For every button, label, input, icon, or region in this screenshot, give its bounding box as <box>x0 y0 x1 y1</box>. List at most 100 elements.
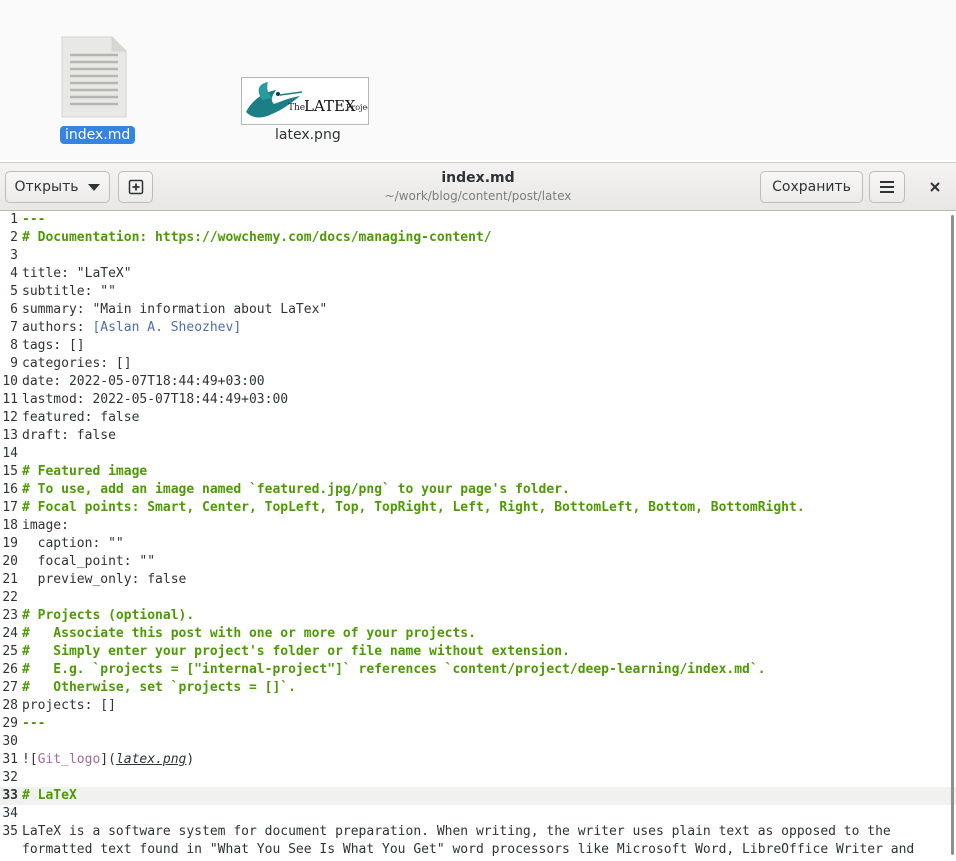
editor-line[interactable]: 11 lastmod: 2022-05-07T18:44:49+03:00 <box>0 391 956 409</box>
line-text: # Associate this post with one or more o… <box>22 625 476 643</box>
editor-line[interactable]: 27 # Otherwise, set `projects = []`. <box>0 679 956 697</box>
line-number: 27 <box>2 680 18 695</box>
save-button[interactable]: Сохранить <box>760 171 863 203</box>
line-number: 13 <box>2 428 18 443</box>
editor-line[interactable]: 20 focal_point: "" <box>0 553 956 571</box>
open-button[interactable]: Открыть <box>5 171 110 203</box>
line-number: 33 <box>2 788 18 803</box>
line-number: 4 <box>10 266 18 281</box>
text-editor-area[interactable]: 1 --- 2 # Documentation: https://wowchemy.c… <box>0 211 956 861</box>
line-number: 10 <box>2 374 18 389</box>
editor-line[interactable]: 9 categories: [] <box>0 355 956 373</box>
markdown-image-mid: ]( <box>100 752 116 767</box>
line-number: 31 <box>2 752 18 767</box>
window-title: index.md <box>441 170 515 186</box>
line-content: date: 2022-05-07T18:44:49+03:00 <box>22 374 265 389</box>
latex-logo-image: The LATEX Project <box>246 82 368 118</box>
line-number: 12 <box>2 410 18 425</box>
line-text: summary: "Main information about LaTex" <box>22 301 327 319</box>
editor-line[interactable]: 19 caption: "" <box>0 535 956 553</box>
editor-line[interactable]: formatted text found in "What You See Is… <box>0 841 956 859</box>
authors-list: [Aslan A. Sheozhev] <box>92 320 242 335</box>
editor-line[interactable]: 18 image: <box>0 517 956 535</box>
new-tab-icon <box>128 179 143 195</box>
editor-line[interactable]: 13 draft: false <box>0 427 956 445</box>
editor-line[interactable]: 4 title: "LaTeX" <box>0 265 956 283</box>
line-content: title: "LaTeX" <box>22 266 132 281</box>
editor-line[interactable]: 2 # Documentation: https://wowchemy.com/d… <box>0 229 956 247</box>
line-number: 32 <box>2 770 18 785</box>
line-number: 15 <box>2 464 18 479</box>
editor-line[interactable]: 24 # Associate this post with one or more… <box>0 625 956 643</box>
menu-button[interactable] <box>869 171 905 203</box>
line-content: authors: <box>22 320 93 335</box>
line-text: LaTeX is a software system for document … <box>22 823 891 841</box>
line-number: 5 <box>10 284 18 299</box>
editor-line[interactable]: 7 authors: [Aslan A. Sheozhev] <box>0 319 956 337</box>
file-label-index-md[interactable]: index.md <box>60 126 136 144</box>
editor-line[interactable]: 23 # Projects (optional). <box>0 607 956 625</box>
editor-line[interactable]: 34 <box>0 805 956 823</box>
line-content: # Focal points: Smart, Center, TopLeft, … <box>22 500 805 515</box>
editor-line[interactable]: 22 <box>0 589 956 607</box>
editor-line[interactable]: 10 date: 2022-05-07T18:44:49+03:00 <box>0 373 956 391</box>
line-text: draft: false <box>22 427 116 445</box>
line-number: 11 <box>2 392 18 407</box>
window-subtitle: ~/work/blog/content/post/latex <box>384 189 572 203</box>
editor-line[interactable]: 1 --- <box>0 211 956 229</box>
line-text: projects: [] <box>22 697 116 715</box>
vertical-scrollbar[interactable] <box>951 215 954 855</box>
line-text: caption: "" <box>22 535 124 553</box>
editor-line[interactable]: 26 # E.g. `projects = ["internal-project"… <box>0 661 956 679</box>
editor-line[interactable]: 16 # To use, add an image named `featured… <box>0 481 956 499</box>
hamburger-menu-icon <box>880 181 894 193</box>
line-text: --- <box>22 715 45 733</box>
editor-line[interactable]: 14 <box>0 445 956 463</box>
line-text: # E.g. `projects = ["internal-project"]`… <box>22 661 766 679</box>
editor-line[interactable]: 28 projects: [] <box>0 697 956 715</box>
line-text: # Featured image <box>22 463 147 481</box>
line-number: 23 <box>2 608 18 623</box>
line-text: lastmod: 2022-05-07T18:44:49+03:00 <box>22 391 288 409</box>
editor-line[interactable]: 30 <box>0 733 956 751</box>
line-text: # Focal points: Smart, Center, TopLeft, … <box>22 499 805 517</box>
new-tab-button[interactable] <box>118 171 153 203</box>
editor-line[interactable]: 29 --- <box>0 715 956 733</box>
open-button-label: Открыть <box>14 179 79 195</box>
editor-line[interactable]: 5 subtitle: "" <box>0 283 956 301</box>
line-number: 34 <box>2 806 18 821</box>
editor-line[interactable]: 8 tags: [] <box>0 337 956 355</box>
close-button[interactable] <box>924 176 946 198</box>
editor-line[interactable]: 32 <box>0 769 956 787</box>
image-thumbnail[interactable]: The LATEX Project <box>241 77 369 125</box>
line-text: categories: [] <box>22 355 132 373</box>
editor-line[interactable]: 31 ![Git_logo](latex.png) <box>0 751 956 769</box>
line-content: # Featured image <box>22 464 148 479</box>
editor-line[interactable]: 35 LaTeX is a software system for documen… <box>0 823 956 841</box>
markdown-image-url: latex.png <box>115 752 187 767</box>
editor-line[interactable]: 25 # Simply enter your project's folder o… <box>0 643 956 661</box>
text-document-icon[interactable] <box>60 35 128 119</box>
editor-line[interactable]: 6 summary: "Main information about LaTex" <box>0 301 956 319</box>
file-label-latex-png[interactable]: latex.png <box>270 126 346 144</box>
line-text: formatted text found in "What You See Is… <box>22 841 914 859</box>
markdown-image-close: ) <box>186 752 195 767</box>
line-content: formatted text found in "What You See Is… <box>22 842 915 857</box>
line-number: 20 <box>2 554 18 569</box>
headerbar: Открыть index.md ~/work/blog/content/pos… <box>0 163 956 211</box>
line-number: 24 <box>2 626 18 641</box>
editor-line[interactable]: 12 featured: false <box>0 409 956 427</box>
close-icon <box>930 182 940 192</box>
line-content: LaTeX is a software system for document … <box>22 824 891 839</box>
line-number: 6 <box>10 302 18 317</box>
editor-line[interactable]: 17 # Focal points: Smart, Center, TopLeft… <box>0 499 956 517</box>
save-button-label: Сохранить <box>772 179 851 195</box>
editor-line[interactable]: 33 # LaTeX <box>0 787 956 805</box>
editor-line[interactable]: 21 preview_only: false <box>0 571 956 589</box>
editor-line[interactable]: 3 <box>0 247 956 265</box>
line-content: # Associate this post with one or more o… <box>22 626 476 641</box>
editor-line[interactable]: 15 # Featured image <box>0 463 956 481</box>
line-text: # Projects (optional). <box>22 607 194 625</box>
line-text: # Otherwise, set `projects = []`. <box>22 679 296 697</box>
text-editor-window: Открыть index.md ~/work/blog/content/pos… <box>0 162 956 861</box>
